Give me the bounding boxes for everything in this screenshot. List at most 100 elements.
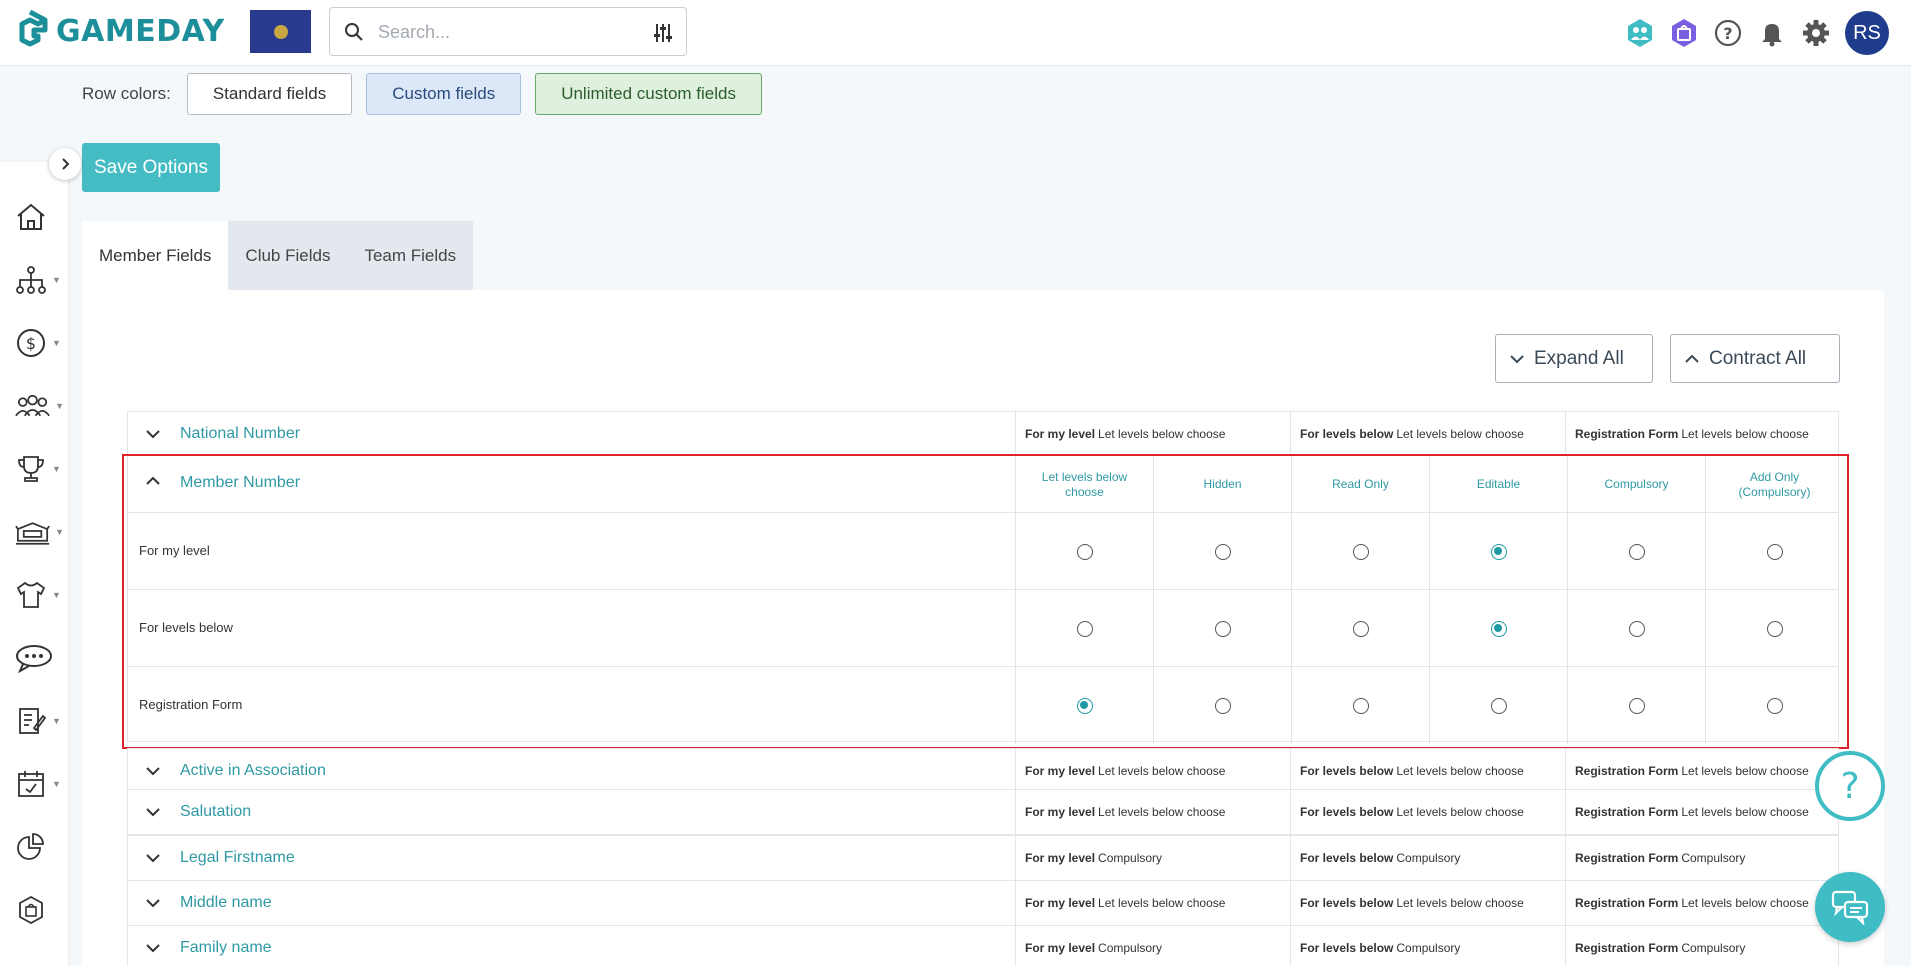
column-header: Editable bbox=[1429, 456, 1567, 513]
sidebar-item-communications[interactable] bbox=[14, 640, 64, 676]
radio-button[interactable] bbox=[1214, 697, 1231, 714]
sidebar-item-shop[interactable] bbox=[14, 892, 64, 928]
tab-member-fields[interactable]: Member Fields bbox=[82, 221, 229, 290]
chevron-down-icon[interactable] bbox=[146, 853, 160, 863]
svg-text:$: $ bbox=[26, 334, 36, 353]
field-row-active-in-association[interactable]: Active in Association For my level Let le… bbox=[127, 748, 1839, 793]
search-box[interactable] bbox=[329, 7, 687, 56]
registration-form-summary: Registration Form Let levels below choose bbox=[1565, 749, 1840, 792]
tab-club-fields[interactable]: Club Fields bbox=[228, 221, 348, 290]
radio-button[interactable] bbox=[1628, 543, 1645, 560]
registration-form-summary: Registration Form Let levels below choose bbox=[1565, 790, 1840, 834]
search-input[interactable] bbox=[378, 20, 628, 44]
radio-button[interactable] bbox=[1352, 543, 1369, 560]
svg-text:?: ? bbox=[1840, 766, 1859, 806]
field-row-national-number[interactable]: National Number For my level Let levels b… bbox=[127, 411, 1839, 456]
field-name[interactable]: Active in Association bbox=[180, 762, 326, 780]
field-name[interactable]: Member Number bbox=[180, 474, 300, 492]
expanded-field-header[interactable]: Member Number Let levels below choose Hi… bbox=[128, 456, 1838, 513]
tab-team-fields[interactable]: Team Fields bbox=[347, 221, 474, 290]
option-cell bbox=[1705, 667, 1843, 744]
option-cell bbox=[1567, 590, 1705, 667]
radio-button[interactable] bbox=[1352, 620, 1369, 637]
for-my-level-summary: For my level Let levels below choose bbox=[1015, 790, 1290, 834]
option-row-label: Registration Form bbox=[139, 697, 243, 712]
dollar-icon: $ bbox=[17, 329, 45, 357]
field-name[interactable]: Family name bbox=[180, 939, 272, 957]
sidebar-item-members[interactable]: ▼ bbox=[14, 388, 64, 424]
option-cell bbox=[1015, 667, 1153, 744]
groups-icon[interactable] bbox=[1625, 18, 1655, 48]
sidebar-item-reports[interactable]: ▼ bbox=[14, 703, 64, 739]
chevron-right-icon bbox=[62, 158, 70, 170]
option-cell bbox=[1429, 513, 1567, 590]
shop-bag-icon[interactable] bbox=[1669, 18, 1699, 48]
chat-fab-button[interactable] bbox=[1815, 872, 1885, 942]
radio-button[interactable] bbox=[1766, 620, 1783, 637]
bell-icon[interactable] bbox=[1757, 18, 1787, 48]
venue-icon bbox=[15, 522, 50, 545]
expand-all-button[interactable]: Expand All bbox=[1495, 334, 1653, 383]
gameday-logo[interactable]: GAMEDAY bbox=[12, 10, 225, 52]
sidebar-item-hierarchy[interactable]: ▼ bbox=[14, 262, 64, 298]
for-levels-below-summary: For levels below Let levels below choose bbox=[1290, 412, 1565, 455]
radio-button[interactable] bbox=[1766, 543, 1783, 560]
option-cell bbox=[1153, 590, 1291, 667]
field-row-salutation[interactable]: Salutation For my level Let levels below … bbox=[127, 789, 1839, 835]
field-row-family-name[interactable]: Family name For my level Compulsory For l… bbox=[127, 925, 1839, 966]
user-avatar[interactable]: RS bbox=[1845, 11, 1889, 55]
sidebar-item-analytics[interactable] bbox=[14, 829, 64, 865]
search-icon bbox=[345, 23, 363, 41]
field-name[interactable]: Legal Firstname bbox=[180, 849, 295, 867]
sidebar-item-teams[interactable]: ▼ bbox=[14, 577, 64, 613]
radio-button[interactable] bbox=[1490, 620, 1507, 637]
radio-button[interactable] bbox=[1490, 543, 1507, 560]
radio-button[interactable] bbox=[1214, 543, 1231, 560]
radio-button[interactable] bbox=[1076, 620, 1093, 637]
bag-icon bbox=[19, 895, 43, 925]
radio-button[interactable] bbox=[1628, 620, 1645, 637]
unlimited-custom-fields-legend: Unlimited custom fields bbox=[535, 73, 762, 115]
field-name[interactable]: Middle name bbox=[180, 894, 272, 912]
registration-form-summary: Registration Form Compulsory bbox=[1565, 926, 1840, 966]
option-row: Registration Form bbox=[128, 667, 1838, 744]
chevron-down-icon[interactable] bbox=[146, 766, 160, 776]
registration-form-summary: Registration Form Let levels below choose bbox=[1565, 881, 1840, 925]
sidebar-item-competitions[interactable]: ▼ bbox=[14, 451, 64, 487]
radio-button[interactable] bbox=[1766, 697, 1783, 714]
chevron-down-icon[interactable] bbox=[146, 898, 160, 908]
chevron-down-icon[interactable] bbox=[146, 943, 160, 953]
radio-button[interactable] bbox=[1076, 697, 1093, 714]
radio-button[interactable] bbox=[1352, 697, 1369, 714]
sidebar-item-events[interactable]: ▼ bbox=[14, 766, 64, 802]
field-name[interactable]: National Number bbox=[180, 425, 300, 443]
row-colors-legend: Row colors: Standard fields Custom field… bbox=[82, 73, 762, 115]
filter-sliders-icon[interactable] bbox=[652, 22, 674, 44]
radio-button[interactable] bbox=[1214, 620, 1231, 637]
help-fab-button[interactable]: ? bbox=[1815, 751, 1885, 821]
gear-icon[interactable] bbox=[1801, 18, 1831, 48]
help-question-icon: ? bbox=[1840, 766, 1859, 806]
field-row-middle-name[interactable]: Middle name For my level Let levels below… bbox=[127, 880, 1839, 926]
sidebar-item-home[interactable] bbox=[14, 199, 64, 235]
field-name[interactable]: Salutation bbox=[180, 803, 251, 821]
organisation-logo[interactable] bbox=[250, 10, 311, 53]
custom-fields-legend: Custom fields bbox=[366, 73, 522, 115]
standard-fields-legend: Standard fields bbox=[186, 73, 353, 115]
sidebar-toggle[interactable] bbox=[49, 148, 81, 180]
save-options-button[interactable]: Save Options bbox=[82, 143, 220, 192]
radio-button[interactable] bbox=[1628, 697, 1645, 714]
registration-form-summary: Registration Form Compulsory bbox=[1565, 836, 1840, 880]
chevron-down-icon[interactable] bbox=[146, 429, 160, 439]
help-circle-icon[interactable]: ? bbox=[1713, 18, 1743, 48]
sidebar-item-venues[interactable]: ▼ bbox=[14, 514, 64, 550]
contract-all-button[interactable]: Contract All bbox=[1670, 334, 1840, 383]
field-row-legal-firstname[interactable]: Legal Firstname For my level Compulsory F… bbox=[127, 835, 1839, 881]
radio-button[interactable] bbox=[1490, 697, 1507, 714]
option-cell bbox=[1015, 513, 1153, 590]
option-cell bbox=[1705, 513, 1843, 590]
radio-button[interactable] bbox=[1076, 543, 1093, 560]
chevron-down-icon[interactable] bbox=[146, 807, 160, 817]
sidebar-item-finance[interactable]: $ ▼ bbox=[14, 325, 64, 361]
chevron-up-icon[interactable] bbox=[146, 476, 160, 486]
